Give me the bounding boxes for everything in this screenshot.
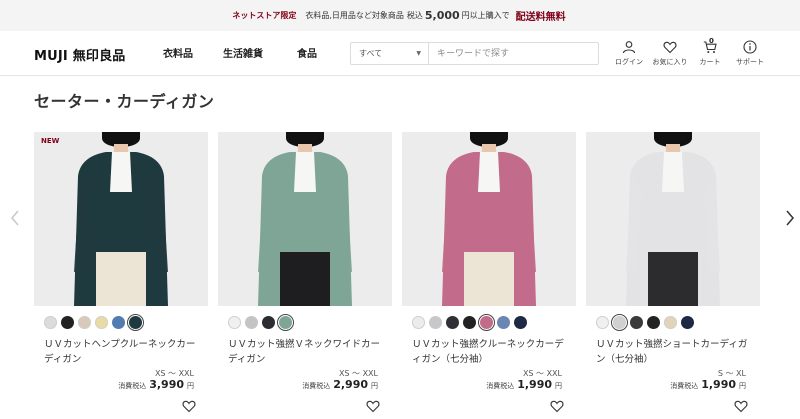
nav-household[interactable]: 生活雑貨 (223, 45, 263, 60)
banner-text: 衣料品,日用品など対象商品 (305, 11, 404, 20)
price-value: 1,990 (701, 378, 736, 391)
model-photo (402, 132, 576, 306)
price-row: 消費税込 1,990 円 (486, 378, 562, 391)
color-swatch[interactable] (611, 314, 628, 331)
currency-label: 円 (739, 382, 746, 390)
color-swatch[interactable] (446, 316, 459, 329)
color-swatch[interactable] (478, 314, 495, 331)
price-row: 消費税込 1,990 円 (670, 378, 746, 391)
tax-label: 消費税込 (670, 382, 699, 390)
search-category-value: すべて (359, 49, 383, 58)
banner-tax: 税込 (406, 11, 423, 20)
color-swatches (412, 314, 527, 331)
color-swatch[interactable] (497, 316, 510, 329)
model-photo (218, 132, 392, 306)
color-swatch[interactable] (463, 316, 476, 329)
login-button[interactable]: ログイン (609, 37, 649, 67)
color-swatches (44, 314, 144, 331)
color-swatch[interactable] (61, 316, 74, 329)
color-swatch[interactable] (112, 316, 125, 329)
search-bar: すべて ▼ (350, 42, 599, 65)
color-swatch[interactable] (127, 314, 144, 331)
color-swatch[interactable] (514, 316, 527, 329)
banner-free-shipping: 配送料無料 (515, 12, 566, 23)
currency-label: 円 (187, 382, 194, 390)
login-label: ログイン (615, 58, 643, 66)
color-swatch[interactable] (664, 316, 677, 329)
product-card: ＵＶカット強撚クルーネックカーディガン（七分袖） XS ～ XXL 消費税込 1… (402, 132, 576, 419)
product-name[interactable]: ＵＶカット強撚ショートカーディガン（七分袖） (596, 337, 754, 367)
color-swatch[interactable] (95, 316, 108, 329)
tax-label: 消費税込 (302, 382, 331, 390)
product-image[interactable]: NEW (34, 132, 208, 306)
color-swatch[interactable] (412, 316, 425, 329)
support-label: サポート (736, 58, 764, 66)
color-swatch[interactable] (277, 314, 294, 331)
color-swatch[interactable] (647, 316, 660, 329)
new-badge: NEW (41, 137, 60, 145)
banner-lead: ネットストア限定 (232, 11, 297, 20)
product-name[interactable]: ＵＶカット強撚クルーネックカーディガン（七分袖） (412, 337, 570, 367)
cart-count-badge: 0 (709, 37, 714, 45)
promo-banner[interactable]: ネットストア限定 衣料品,日用品など対象商品 税込 5,000 円以上購入で 配… (0, 0, 800, 31)
currency-label: 円 (555, 382, 562, 390)
info-icon (743, 40, 757, 54)
cart-label: カート (699, 58, 721, 66)
price-row: 消費税込 3,990 円 (118, 378, 194, 391)
favorite-heart-icon[interactable] (366, 398, 380, 413)
tax-label: 消費税込 (486, 382, 515, 390)
banner-text2: 円以上購入で (461, 11, 510, 20)
support-button[interactable]: サポート (730, 37, 770, 67)
color-swatches (228, 314, 294, 331)
price-row: 消費税込 2,990 円 (302, 378, 378, 391)
carousel-prev-icon[interactable] (9, 208, 21, 228)
price-value: 1,990 (517, 378, 552, 391)
carousel-next-icon[interactable] (784, 208, 796, 228)
color-swatch[interactable] (429, 316, 442, 329)
color-swatch[interactable] (44, 316, 57, 329)
banner-amount: 5,000 (424, 9, 460, 22)
favorite-heart-icon[interactable] (734, 398, 748, 413)
chevron-down-icon: ▼ (416, 50, 421, 57)
heart-icon (663, 41, 677, 54)
model-photo (586, 132, 760, 306)
model-photo (34, 132, 208, 306)
favorites-button[interactable]: お気に入り (650, 37, 690, 67)
product-image[interactable] (402, 132, 576, 306)
favorite-heart-icon[interactable] (550, 398, 564, 413)
product-name[interactable]: ＵＶカット強撚Ｖネックワイドカーディガン (228, 337, 386, 367)
color-swatch[interactable] (596, 316, 609, 329)
site-header: MUJI 無印良品 衣料品 生活雑貨 食品 すべて ▼ ログイン お気に入り 0… (0, 31, 800, 76)
cart-button[interactable]: 0 カート (690, 37, 730, 67)
product-card: NEW ＵＶカットヘンプクルーネックカーディガン XS ～ XXL 消費税込 3… (34, 132, 208, 419)
currency-label: 円 (371, 382, 378, 390)
search-category-select[interactable]: すべて ▼ (351, 43, 429, 64)
product-card: ＵＶカット強撚Ｖネックワイドカーディガン XS ～ XXL 消費税込 2,990… (218, 132, 392, 419)
price-value: 2,990 (333, 378, 368, 391)
color-swatch[interactable] (681, 316, 694, 329)
color-swatch[interactable] (78, 316, 91, 329)
nav-food[interactable]: 食品 (297, 45, 317, 60)
favorite-heart-icon[interactable] (182, 398, 196, 413)
product-card: ＵＶカット強撚ショートカーディガン（七分袖） S ～ XL 消費税込 1,990… (586, 132, 760, 419)
search-input[interactable] (429, 43, 598, 64)
user-icon (622, 41, 636, 54)
color-swatch[interactable] (245, 316, 258, 329)
page-title: セーター・カーディガン (34, 92, 215, 111)
color-swatches (596, 314, 694, 331)
product-image[interactable] (586, 132, 760, 306)
nav-clothing[interactable]: 衣料品 (163, 45, 193, 60)
color-swatch[interactable] (228, 316, 241, 329)
color-swatch[interactable] (630, 316, 643, 329)
product-image[interactable] (218, 132, 392, 306)
tax-label: 消費税込 (118, 382, 147, 390)
color-swatch[interactable] (262, 316, 275, 329)
favorites-label: お気に入り (652, 58, 688, 66)
muji-logo[interactable]: MUJI 無印良品 (34, 45, 126, 64)
product-name[interactable]: ＵＶカットヘンプクルーネックカーディガン (44, 337, 202, 367)
price-value: 3,990 (149, 378, 184, 391)
